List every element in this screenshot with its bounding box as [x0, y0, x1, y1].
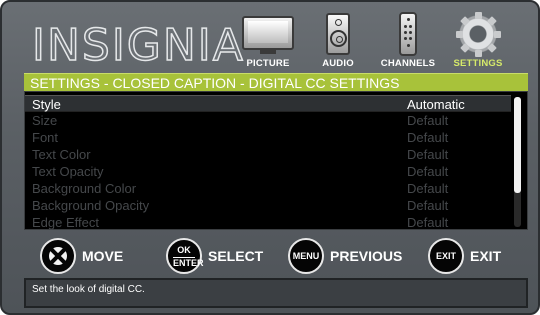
- tab-settings-label: SETTINGS: [453, 58, 503, 69]
- list-item-label: Text Opacity: [32, 164, 104, 179]
- list-item-edge-effect: Edge Effect Default: [25, 214, 511, 231]
- list-item-value: Default: [407, 198, 449, 213]
- top-nav: PICTURE AUDIO CHANNELS SETTINGS: [232, 6, 537, 70]
- page-title: SETTINGS - CLOSED CAPTION - DIGITAL CC S…: [24, 73, 528, 91]
- brand-logo: INSIGNIA: [31, 19, 245, 72]
- ok-key-label: OK: [177, 245, 191, 255]
- tab-audio-label: AUDIO: [322, 58, 354, 69]
- picture-stand: [260, 50, 276, 54]
- previous-hint: MENU PREVIOUS: [288, 238, 418, 274]
- tab-picture[interactable]: PICTURE: [232, 6, 304, 70]
- dpad-icon: [40, 238, 76, 274]
- settings-icon: [455, 11, 501, 57]
- ok-enter-icon: OK ENTER: [166, 238, 204, 274]
- list-item-label: Style: [32, 97, 61, 112]
- select-label: SELECT: [208, 248, 264, 264]
- list-item-label: Background Color: [32, 181, 137, 196]
- previous-label: PREVIOUS: [330, 248, 403, 264]
- button-hints: MOVE OK ENTER SELECT MENU PREVIOUS EXIT …: [24, 236, 528, 276]
- list-item-background-color: Background Color Default: [25, 180, 511, 197]
- list-item-label: Font: [32, 130, 59, 145]
- exit-key-icon: EXIT: [428, 238, 464, 274]
- list-item-value: Default: [407, 130, 449, 145]
- tab-settings[interactable]: SETTINGS: [442, 6, 514, 70]
- list-item-value: Automatic: [407, 97, 465, 112]
- list-item-text-color: Text Color Default: [25, 146, 511, 163]
- enter-key-label: ENTER: [173, 257, 204, 268]
- scrollbar-thumb[interactable]: [514, 97, 521, 193]
- move-hint: MOVE: [40, 238, 140, 274]
- list-item-background-opacity: Background Opacity Default: [25, 197, 511, 214]
- list-item-size: Size Default: [25, 112, 511, 129]
- list-item-label: Background Opacity: [32, 198, 150, 213]
- move-label: MOVE: [82, 248, 124, 264]
- channels-icon: [399, 12, 417, 56]
- menu-key-icon: MENU: [288, 238, 324, 274]
- exit-label: EXIT: [470, 248, 502, 264]
- select-hint: OK ENTER SELECT: [166, 238, 276, 274]
- audio-icon: [326, 13, 350, 55]
- list-item-value: Default: [407, 113, 449, 128]
- help-text: Set the look of digital CC.: [24, 278, 528, 308]
- tab-channels[interactable]: CHANNELS: [372, 6, 444, 70]
- exit-hint: EXIT EXIT: [428, 238, 518, 274]
- list-item-value: Default: [407, 164, 449, 179]
- tab-channels-label: CHANNELS: [380, 58, 436, 69]
- list-item-value: Default: [407, 181, 449, 196]
- tab-audio[interactable]: AUDIO: [302, 6, 374, 70]
- list-item-label: Edge Effect: [32, 215, 99, 230]
- list-item-style[interactable]: Style Automatic: [25, 95, 511, 112]
- settings-list: Style Automatic Size Default Font Defaul…: [24, 91, 528, 230]
- list-item-label: Size: [32, 113, 58, 128]
- list-item-text-opacity: Text Opacity Default: [25, 163, 511, 180]
- tv-settings-menu: INSIGNIA PICTURE AUDIO CHANNELS SETTINGS…: [0, 0, 540, 315]
- list-item-font: Font Default: [25, 129, 511, 146]
- list-item-label: Text Color: [32, 147, 91, 162]
- tab-picture-label: PICTURE: [246, 58, 290, 69]
- scrollbar[interactable]: [514, 97, 521, 227]
- picture-icon: [242, 16, 294, 50]
- list-item-value: Default: [407, 147, 449, 162]
- exit-key-label: EXIT: [435, 251, 456, 261]
- list-item-value: Default: [407, 215, 449, 230]
- menu-key-label: MENU: [292, 251, 320, 261]
